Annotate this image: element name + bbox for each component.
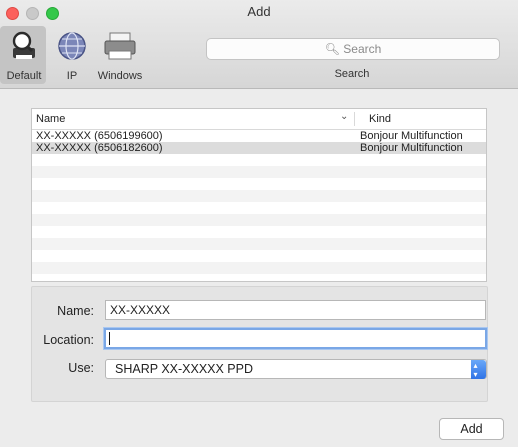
updown-arrows-icon[interactable]: ▴▾ [471, 360, 486, 379]
window-title: Add [247, 4, 271, 19]
empty-row [32, 154, 486, 166]
printer-name: XX-XXXXX (6506182600) [36, 142, 163, 154]
empty-row [32, 202, 486, 214]
empty-row [32, 214, 486, 226]
driver-select-value: SHARP XX-XXXXX PPD [115, 362, 254, 376]
table-row-selected[interactable]: XX-XXXXX (6506182600) Bonjour Multifunct… [32, 142, 486, 154]
column-header-kind[interactable]: Kind [369, 113, 391, 125]
printer-name: XX-XXXXX (6506199600) [36, 130, 163, 142]
empty-row [32, 262, 486, 274]
tool-windows[interactable]: Windows [96, 26, 144, 82]
text-caret [109, 332, 110, 345]
globe-icon [58, 32, 86, 60]
empty-row [32, 226, 486, 238]
add-printer-window: Add Default IP Windows 🔍︎ Search Search … [0, 0, 518, 447]
empty-row [32, 190, 486, 202]
search-placeholder-text: Search [343, 42, 382, 56]
default-printer-icon [12, 31, 35, 59]
empty-row [32, 250, 486, 262]
search-icon: 🔍︎ [324, 42, 340, 56]
tool-ip[interactable]: IP [50, 26, 94, 82]
printer-kind: Bonjour Multifunction [360, 142, 463, 154]
search-label: Search [334, 68, 370, 80]
driver-select[interactable]: SHARP XX-XXXXX PPD ▴▾ [105, 359, 487, 379]
tool-windows-label: Windows [97, 70, 143, 82]
tool-default-label: Default [6, 70, 42, 82]
column-header-name[interactable]: Name [36, 113, 65, 125]
windows-printer-icon [104, 32, 136, 60]
name-field-value: XX-XXXXX [110, 303, 171, 317]
table-row[interactable]: XX-XXXXX (6506199600) Bonjour Multifunct… [32, 130, 486, 142]
add-button[interactable]: Add [439, 418, 504, 440]
tool-ip-label: IP [66, 70, 78, 82]
use-label: Use: [68, 361, 94, 375]
tool-default[interactable]: Default [0, 26, 46, 84]
empty-row [32, 166, 486, 178]
empty-row [32, 178, 486, 190]
location-label: Location: [43, 333, 94, 347]
empty-row [32, 238, 486, 250]
search-input[interactable]: 🔍︎ Search [206, 38, 500, 60]
location-field[interactable] [104, 328, 487, 349]
title-toolbar: Add Default IP Windows 🔍︎ Search Search [0, 0, 518, 89]
chevron-down-icon: ⌄ [340, 111, 349, 122]
name-field[interactable]: XX-XXXXX [105, 300, 486, 320]
printer-list[interactable]: Name ⌄ Kind XX-XXXXX (6506199600) Bonjou… [31, 108, 487, 282]
column-divider [354, 112, 355, 126]
list-header: Name ⌄ Kind [32, 109, 486, 130]
search-placeholder: 🔍︎ Search [207, 42, 499, 56]
name-label: Name: [57, 304, 94, 318]
printer-kind: Bonjour Multifunction [360, 130, 463, 142]
